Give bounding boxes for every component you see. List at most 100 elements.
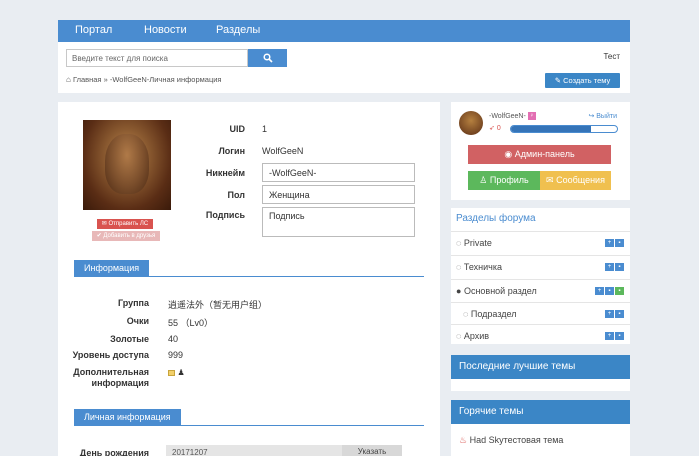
add-friend-label: Добавить в друзья (103, 233, 156, 239)
sidebar-nickname[interactable]: -WolfGeeN- ♀ (489, 112, 536, 120)
test-link[interactable]: Тест (603, 52, 620, 61)
qq-icon[interactable]: ♟ (178, 368, 185, 377)
add-icon[interactable]: + (605, 263, 614, 271)
birthday-label: День рождения (79, 448, 149, 456)
breadcrumb: ⌂ Главная » -WolfGeeN-Личная информация (66, 75, 222, 84)
messages-button[interactable]: ✉ Сообщения (540, 171, 611, 190)
points-label: Очки (126, 316, 149, 326)
nav-news[interactable]: Новости (144, 24, 187, 36)
forum-item[interactable]: ◌ Подраздел + ▪ (451, 302, 630, 325)
forum-sections-panel: Разделы форума ◌ Private + ▪ ◌ Техничка +… (451, 208, 630, 344)
email-icon[interactable] (168, 369, 175, 376)
profile-avatar (83, 120, 171, 210)
folder-icon[interactable]: ▪ (615, 287, 624, 295)
hot-topic-label: Had Skyтестовая тема (469, 435, 564, 445)
reputation-value: 0 (496, 125, 501, 132)
send-pm-button[interactable]: ✉ Отправить ЛС (97, 219, 153, 229)
forum-item-text: Основной раздел (463, 286, 537, 296)
sidebar-avatar[interactable] (459, 111, 483, 135)
top-nav: Портал Новости Разделы (58, 20, 630, 42)
add-icon[interactable]: + (605, 239, 614, 247)
add-icon[interactable]: + (595, 287, 604, 295)
extra-info-icons: ♟ (168, 367, 185, 377)
signature-label: Подпись (205, 210, 245, 220)
access-level-label: Уровень доступа (72, 350, 149, 360)
logout-icon: ↪ (588, 113, 595, 120)
chat-icon[interactable]: ▪ (615, 239, 624, 247)
create-topic-button[interactable]: ✎ Создать тему (545, 73, 620, 88)
female-icon: ♀ (527, 112, 536, 120)
nickname-field[interactable] (262, 163, 415, 182)
nav-portal[interactable]: Портал (75, 24, 112, 36)
set-birthday-button[interactable]: Указать (342, 445, 402, 456)
gender-field[interactable] (262, 185, 415, 204)
forum-item-text: Техничка (463, 262, 503, 272)
personal-section-header: Личная информация (74, 409, 424, 426)
forum-badges: + ▪ ▪ (595, 287, 624, 295)
admin-panel-button[interactable]: ◉ Админ-панель (468, 145, 611, 164)
logout-label: Выйти (596, 113, 617, 120)
breadcrumb-current: -WolfGeeN-Личная информация (109, 75, 222, 84)
best-topics-panel (451, 379, 630, 391)
envelope-icon: ✉ (546, 175, 554, 185)
chat-icon[interactable]: ▪ (615, 310, 624, 318)
comment-icon: ◌ (456, 331, 462, 341)
check-icon: ✔ (96, 233, 102, 239)
forum-item[interactable]: ◌ Техничка + ▪ (451, 255, 630, 278)
reputation: ➶ 0 (489, 124, 501, 132)
gold-label: Золотые (110, 334, 149, 344)
forum-item-label: ◌ Private (456, 238, 492, 248)
extra-info-label: Дополнительная информация (73, 367, 149, 388)
points-value: 55 （Lv0） (168, 318, 214, 328)
forum-item-text: Архив (463, 331, 490, 341)
send-pm-label: Отправить ЛС (108, 221, 149, 227)
create-topic-label: Создать тему (563, 76, 611, 85)
signature-field[interactable]: Подпись (262, 207, 415, 237)
nav-sections[interactable]: Разделы (216, 24, 260, 36)
edit-icon: ✎ (554, 76, 562, 85)
home-icon: ⌂ (66, 75, 71, 84)
logout-link[interactable]: ↪ Выйти (588, 112, 617, 120)
hot-topics-title: Горячие темы (451, 400, 630, 424)
forum-item[interactable]: ◌ Private + ▪ (451, 231, 630, 254)
birthday-field[interactable] (166, 445, 342, 456)
breadcrumb-home[interactable]: Главная (73, 75, 102, 84)
add-friend-button[interactable]: ✔ Добавить в друзья (92, 231, 160, 241)
uid-label: UID (229, 124, 246, 134)
forum-item-label: ◌ Техничка (456, 262, 502, 272)
search-icon (262, 53, 273, 63)
hot-topic-item[interactable]: ♨ Had Skyтестовая тема (459, 435, 563, 446)
sidebar-nickname-text: -WolfGeeN- (489, 112, 526, 120)
add-icon[interactable]: + (605, 310, 614, 318)
search-button[interactable] (248, 49, 287, 67)
uid-value: 1 (262, 124, 268, 134)
forum-badges: + ▪ (605, 239, 624, 247)
group-value: 逍遥法外（暂无用户组） (168, 300, 268, 310)
forum-badges: + ▪ (605, 310, 624, 318)
gold-value: 40 (168, 334, 179, 344)
profile-panel: ✉ Отправить ЛС ✔ Добавить в друзья UID 1… (58, 102, 440, 456)
rocket-icon: ➶ (489, 125, 495, 132)
profile-button[interactable]: ♙ Профиль (468, 171, 540, 190)
comment-icon: ◌ (456, 238, 462, 248)
forum-item[interactable]: ● Основной раздел + ▪ ▪ (451, 279, 630, 302)
group-label: Группа (117, 298, 149, 308)
chat-icon[interactable]: ▪ (615, 332, 624, 340)
forum-item-text: Private (463, 238, 492, 248)
fire-icon: ♨ (459, 435, 468, 445)
add-icon[interactable]: + (605, 332, 614, 340)
nickname-label: Никнейм (205, 168, 245, 178)
login-value: WolfGeeN (262, 146, 304, 156)
access-level-value: 999 (168, 350, 184, 360)
chat-icon[interactable]: ▪ (615, 263, 624, 271)
comment-icon: ◌ (456, 262, 462, 272)
best-topics-title: Последние лучшие темы (451, 355, 630, 379)
user-icon: ♙ (479, 175, 488, 185)
info-section-title: Информация (74, 260, 150, 277)
chat-icon[interactable]: ▪ (605, 287, 614, 295)
login-label: Логин (218, 146, 245, 156)
envelope-icon: ✉ (101, 221, 107, 227)
search-input[interactable] (66, 49, 248, 67)
info-section-header: Информация (74, 260, 424, 277)
forum-item[interactable]: ◌ Архив + ▪ (451, 324, 630, 347)
